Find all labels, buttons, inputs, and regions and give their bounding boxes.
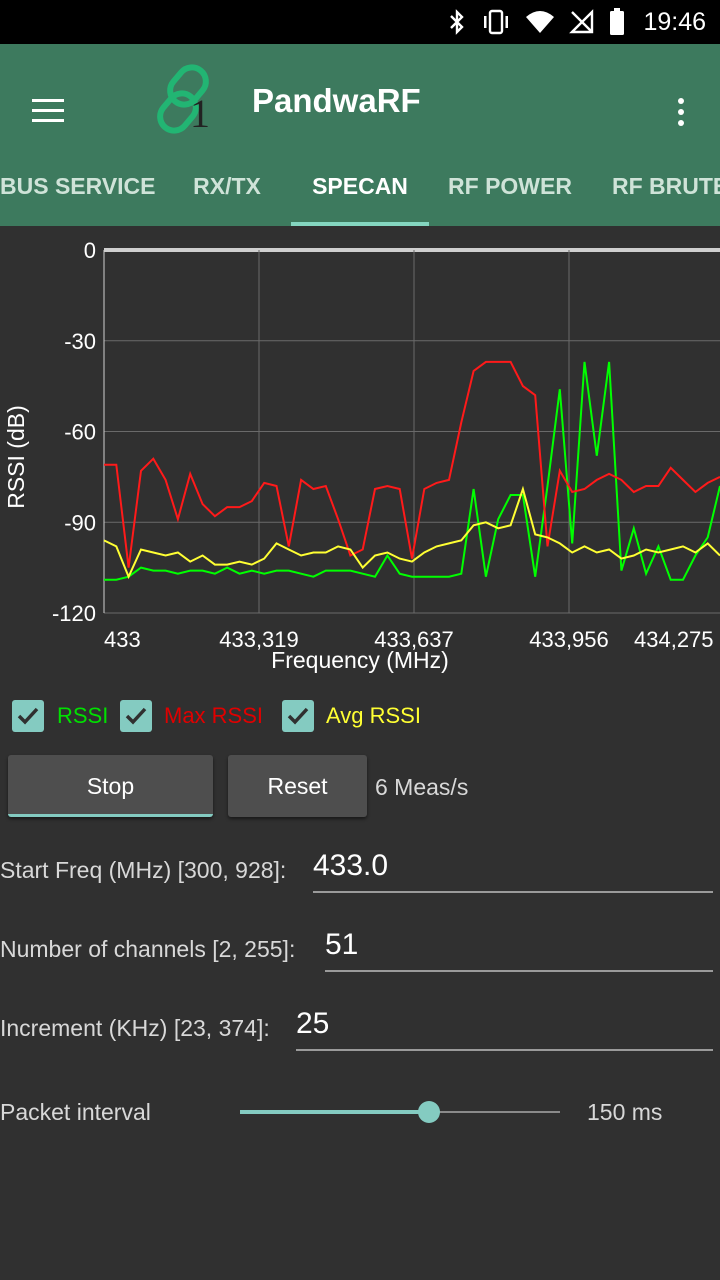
app-title: PandwaRF: [252, 82, 421, 119]
no-signal-icon: [569, 9, 595, 35]
max-rssi-checkbox[interactable]: [120, 700, 152, 732]
x-tick-label: 434,275: [634, 627, 714, 652]
pandwarf-logo: 1: [152, 60, 232, 140]
avg-rssi-legend-label: Avg RSSI: [326, 703, 421, 728]
packet-interval-value: 150 ms: [587, 1099, 663, 1125]
rssi-checkbox[interactable]: [12, 700, 44, 732]
rssi-series-line: [104, 361, 720, 581]
rssi-legend-label: RSSI: [57, 703, 109, 728]
measurement-rate: 6 Meas/s: [375, 774, 469, 800]
logo-number: 1: [190, 91, 210, 136]
slider-fill: [240, 1110, 429, 1114]
y-tick-label: -30: [64, 329, 96, 354]
y-tick-label: -60: [64, 420, 96, 445]
y-axis-label: RSSI (dB): [3, 405, 29, 509]
packet-interval-slider[interactable]: [240, 1098, 560, 1126]
status-time: 19:46: [643, 7, 706, 36]
x-axis-label: Frequency (MHz): [271, 647, 449, 673]
avg-rssi-series-line: [103, 485, 720, 580]
vibrate-icon: [481, 9, 511, 35]
start-freq-input[interactable]: 433.0: [313, 849, 713, 893]
max-rssi-legend-label: Max RSSI: [164, 703, 264, 728]
tab-bar: BUS SERVICE RX/TX SPECAN RF POWER RF BRU…: [0, 162, 720, 226]
packet-interval-label: Packet interval: [0, 1099, 151, 1125]
overflow-menu-icon[interactable]: [666, 92, 696, 132]
increment-label: Increment (KHz) [23, 374]:: [0, 1015, 270, 1041]
tab-rf-brute[interactable]: RF BRUTE: [612, 162, 720, 226]
tab-rf-power[interactable]: RF POWER: [440, 162, 580, 226]
max-rssi-series-line: [104, 360, 720, 568]
x-tick-label: 433: [104, 627, 141, 652]
start-freq-label: Start Freq (MHz) [300, 928]:: [0, 857, 287, 883]
chart-series: [103, 360, 720, 581]
y-tick-label: -120: [52, 601, 96, 626]
bluetooth-icon: [447, 9, 467, 35]
tab-specan[interactable]: SPECAN: [291, 162, 429, 226]
app-screen: 19:46 1 PandwaRF BUS SERVICE RX/TX SPECA…: [0, 0, 720, 1280]
increment-input[interactable]: 25: [296, 1007, 713, 1051]
num-channels-label: Number of channels [2, 255]:: [0, 936, 296, 962]
num-channels-input[interactable]: 51: [325, 928, 713, 972]
spectrum-chart-svg: 0-30-60-90-120433 433,319 433,637 433,956 43…: [3, 238, 720, 673]
y-tick-label: 0: [84, 238, 96, 263]
wifi-icon: [525, 9, 555, 35]
status-icons: 19:46: [447, 0, 706, 44]
battery-icon: [609, 8, 625, 36]
stop-button[interactable]: Stop: [8, 755, 213, 817]
chart-legend: RSSI Max RSSI Avg RSSI: [0, 698, 720, 738]
x-tick-label: 433,956: [529, 627, 609, 652]
tab-bus-service[interactable]: BUS SERVICE: [0, 162, 156, 226]
tab-rx-tx[interactable]: RX/TX: [166, 162, 288, 226]
slider-thumb[interactable]: [417, 1101, 440, 1123]
app-bar: 1 PandwaRF BUS SERVICE RX/TX SPECAN RF P…: [0, 44, 720, 226]
avg-rssi-checkbox[interactable]: [282, 700, 314, 732]
status-bar: 19:46: [0, 0, 720, 44]
y-tick-label: -90: [64, 510, 96, 535]
spectrum-chart: 0 -30 -60 -90 -120 433 433,319 433,637 433,956 43…: [0, 226, 720, 680]
menu-icon[interactable]: [30, 96, 68, 126]
reset-button[interactable]: Reset: [228, 755, 367, 817]
